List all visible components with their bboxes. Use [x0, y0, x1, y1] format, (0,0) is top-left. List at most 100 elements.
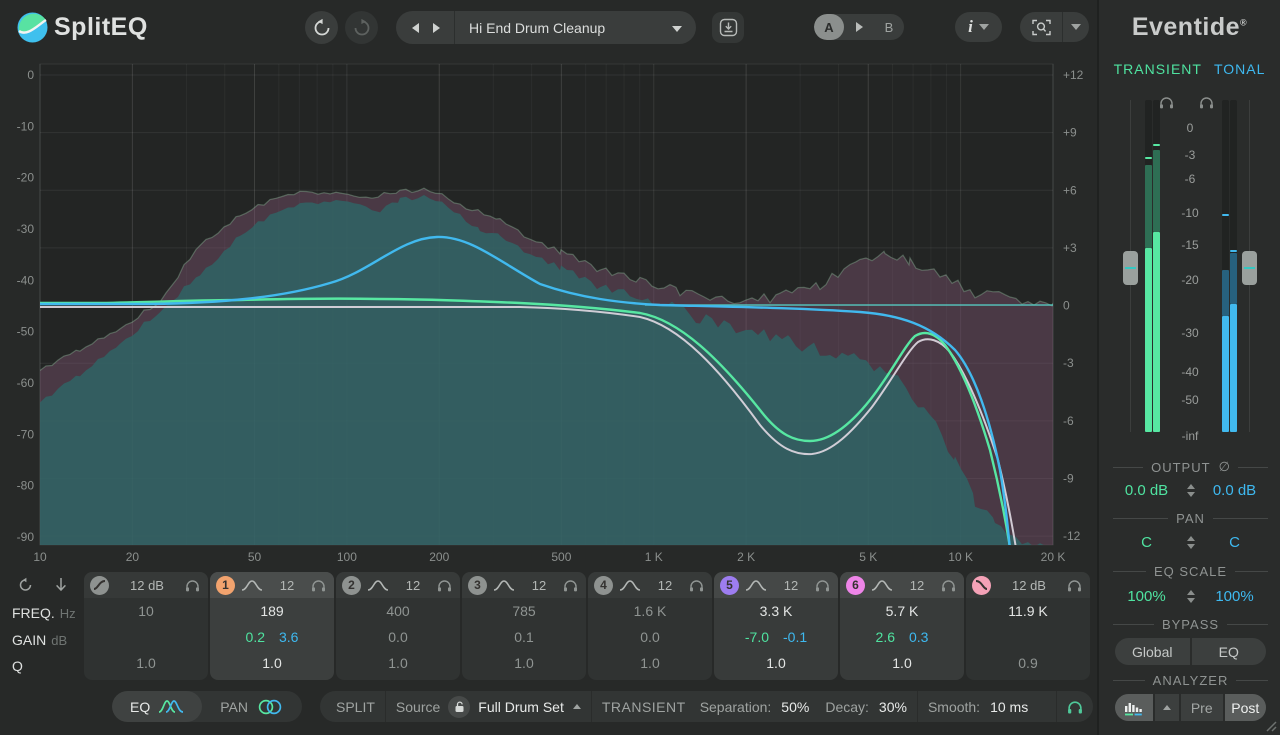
band-3-badge[interactable]: 3 [468, 576, 487, 595]
band-4-badge[interactable]: 4 [594, 576, 613, 595]
band-2-badge[interactable]: 2 [342, 576, 361, 595]
smooth-value[interactable]: 10 ms [990, 699, 1028, 715]
band-2-card[interactable]: 2 12 400 0.0 1.0 [336, 572, 460, 680]
output-stepper[interactable] [1187, 484, 1195, 497]
eq-scale-tonal-value[interactable]: 100% [1204, 588, 1266, 605]
band-header[interactable]: 12 dB [966, 572, 1090, 598]
band-gain-value[interactable] [84, 624, 208, 650]
preset-next-button[interactable] [433, 23, 440, 33]
transient-level-fader[interactable] [1123, 251, 1138, 285]
resize-dropdown-button[interactable] [1063, 12, 1089, 42]
analyzer-pre-button[interactable]: Pre [1179, 694, 1223, 721]
band-1-badge[interactable]: 1 [216, 576, 235, 595]
tonal-level-fader[interactable] [1242, 251, 1257, 285]
band-header[interactable]: 2 12 [336, 572, 460, 598]
band-1-card[interactable]: 1 12 189 0.23.6 1.0 [210, 572, 334, 680]
band-gain-value[interactable]: 0.0 [336, 624, 460, 650]
headphones-icon[interactable] [941, 579, 956, 592]
band-frequency-value[interactable]: 10 [84, 598, 208, 624]
ab-b-button[interactable]: B [874, 14, 904, 40]
band-4-card[interactable]: 4 12 1.6 K 0.0 1.0 [588, 572, 712, 680]
band-header[interactable]: 6 12 [840, 572, 964, 598]
save-preset-button[interactable] [712, 12, 744, 43]
low-cut-card[interactable]: 12 dB 10 1.0 [84, 572, 208, 680]
band-q-value[interactable]: 1.0 [336, 650, 460, 676]
analyzer-toggle-button[interactable] [1115, 694, 1153, 721]
window-resize-grip[interactable] [1263, 718, 1277, 732]
info-button[interactable]: i [955, 12, 1002, 42]
phase-invert-icon[interactable]: ∅ [1219, 459, 1230, 475]
band-gain-value[interactable] [966, 624, 1090, 650]
band-6-card[interactable]: 6 12 5.7 K 2.60.3 1.0 [840, 572, 964, 680]
resize-zoom-button[interactable] [1020, 12, 1063, 42]
band-frequency-value[interactable]: 1.6 K [588, 598, 712, 624]
headphones-icon[interactable] [1067, 579, 1082, 592]
bypass-eq-button[interactable]: EQ [1190, 638, 1267, 665]
high-cut-badge[interactable] [972, 576, 991, 595]
eq-scale-stepper[interactable] [1187, 590, 1195, 603]
pan-transient-value[interactable]: C [1116, 534, 1178, 551]
redo-button[interactable] [345, 11, 378, 44]
tab-eq[interactable]: EQ [112, 691, 202, 722]
band-5-card[interactable]: 5 12 3.3 K -7.0-0.1 1.0 [714, 572, 838, 680]
analyzer-collapse-button[interactable] [1153, 694, 1179, 721]
band-q-value[interactable]: 1.0 [84, 650, 208, 676]
output-transient-value[interactable]: 0.0 dB [1116, 482, 1178, 499]
bypass-global-button[interactable]: Global [1115, 638, 1190, 665]
headphones-icon[interactable] [311, 579, 326, 592]
tab-pan[interactable]: PAN [202, 691, 302, 722]
undo-button[interactable] [305, 11, 338, 44]
headphones-icon[interactable] [437, 579, 452, 592]
band-q-value[interactable]: 0.9 [966, 650, 1090, 676]
eq-scale-transient-value[interactable]: 100% [1116, 588, 1178, 605]
band-q-value[interactable]: 1.0 [714, 650, 838, 676]
source-select[interactable]: Full Drum Set [478, 699, 564, 715]
headphones-transient-icon[interactable] [1159, 96, 1174, 109]
pan-tonal-value[interactable]: C [1204, 534, 1266, 551]
ab-a-button[interactable]: A [814, 14, 844, 40]
preset-prev-button[interactable] [412, 23, 419, 33]
band-frequency-value[interactable]: 189 [210, 598, 334, 624]
ab-copy-button[interactable] [844, 14, 874, 40]
low-cut-badge[interactable] [90, 576, 109, 595]
band-q-value[interactable]: 1.0 [462, 650, 586, 676]
band-gain-value[interactable]: -7.0-0.1 [714, 624, 838, 650]
headphones-tonal-icon[interactable] [1199, 96, 1214, 109]
preset-name[interactable]: Hi End Drum Cleanup [455, 20, 672, 36]
source-caret-icon[interactable] [573, 704, 581, 709]
band-gain-value[interactable]: 0.23.6 [210, 624, 334, 650]
band-q-value[interactable]: 1.0 [588, 650, 712, 676]
pan-stepper[interactable] [1187, 536, 1195, 549]
bands-collapse-icon[interactable] [53, 577, 69, 593]
preset-dropdown-button[interactable] [672, 20, 696, 35]
band-frequency-value[interactable]: 11.9 K [966, 598, 1090, 624]
band-gain-value[interactable]: 0.0 [588, 624, 712, 650]
band-q-value[interactable]: 1.0 [840, 650, 964, 676]
decay-value[interactable]: 30% [879, 699, 907, 715]
analyzer-post-button[interactable]: Post [1223, 694, 1267, 721]
band-frequency-value[interactable]: 400 [336, 598, 460, 624]
source-lock-button[interactable] [448, 696, 470, 718]
band-header[interactable]: 3 12 [462, 572, 586, 598]
separation-value[interactable]: 50% [781, 699, 809, 715]
headphones-icon[interactable] [563, 579, 578, 592]
transient-monitor-button[interactable] [1056, 691, 1093, 722]
band-frequency-value[interactable]: 785 [462, 598, 586, 624]
band-gain-value[interactable]: 0.1 [462, 624, 586, 650]
band-5-badge[interactable]: 5 [720, 576, 739, 595]
band-header[interactable]: 5 12 [714, 572, 838, 598]
band-frequency-value[interactable]: 3.3 K [714, 598, 838, 624]
headphones-icon[interactable] [185, 579, 200, 592]
output-tonal-value[interactable]: 0.0 dB [1204, 482, 1266, 499]
band-frequency-value[interactable]: 5.7 K [840, 598, 964, 624]
bands-reset-icon[interactable] [18, 577, 34, 593]
headphones-icon[interactable] [689, 579, 704, 592]
high-cut-card[interactable]: 12 dB 11.9 K 0.9 [966, 572, 1090, 680]
headphones-icon[interactable] [815, 579, 830, 592]
band-gain-value[interactable]: 2.60.3 [840, 624, 964, 650]
band-header[interactable]: 12 dB [84, 572, 208, 598]
eq-graph[interactable]: 1020501002005001 K2 K5 K10 K20 K 0-10-20… [0, 55, 1097, 572]
band-3-card[interactable]: 3 12 785 0.1 1.0 [462, 572, 586, 680]
band-6-badge[interactable]: 6 [846, 576, 865, 595]
band-header[interactable]: 1 12 [210, 572, 334, 598]
